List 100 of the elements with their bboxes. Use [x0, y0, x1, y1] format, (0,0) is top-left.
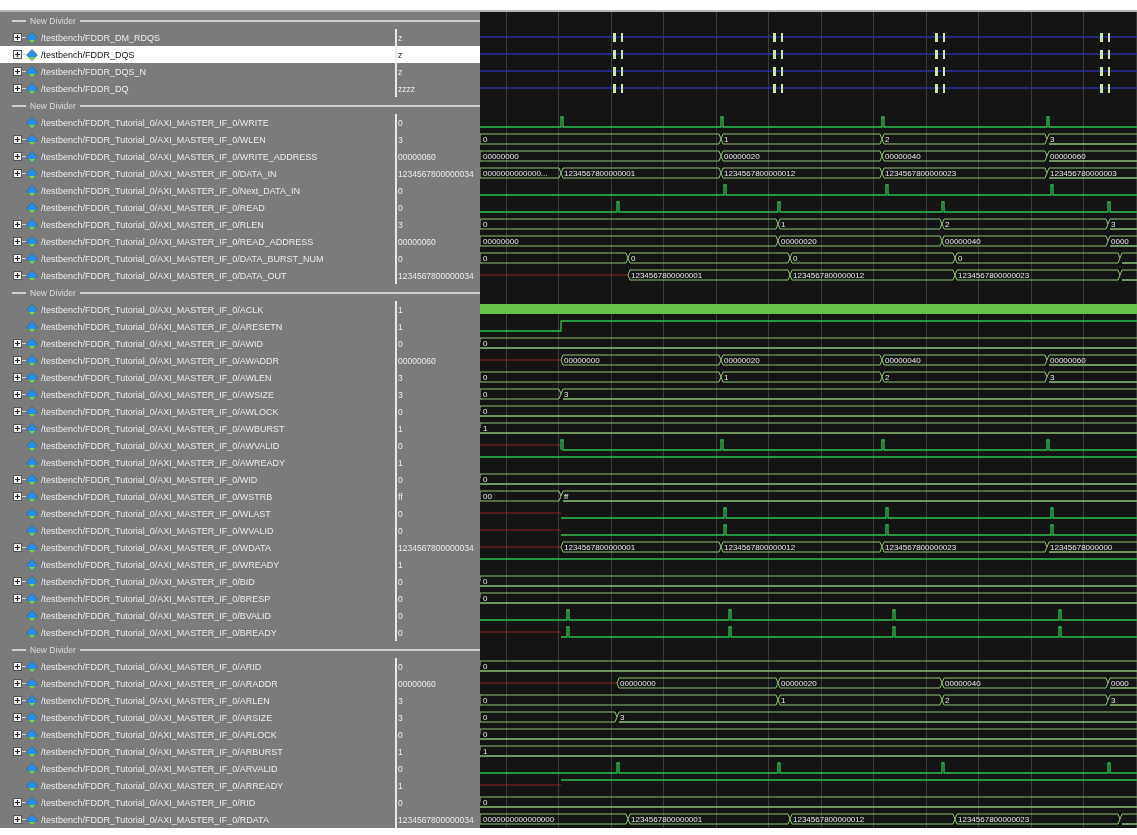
signal-row[interactable]: /testbench/FDDR_Tutorial_0/AXI_MASTER_IF_0/ARBURST	[0, 743, 395, 760]
signal-name: /testbench/FDDR_Tutorial_0/AXI_MASTER_IF_0/ARADDR	[41, 678, 278, 689]
signal-name: /testbench/FDDR_Tutorial_0/AXI_MASTER_IF_0/RDATA	[41, 814, 269, 825]
signal-row[interactable]: /testbench/FDDR_Tutorial_0/AXI_MASTER_IF_0/AWLEN	[0, 369, 395, 386]
signal-row[interactable]: /testbench/FDDR_Tutorial_0/AXI_MASTER_IF_0/ARLOCK	[0, 726, 395, 743]
signal-row[interactable]: /testbench/FDDR_Tutorial_0/AXI_MASTER_IF_0/WRITE	[0, 114, 395, 131]
expand-icon[interactable]	[13, 815, 22, 824]
signal-row[interactable]: /testbench/FDDR_Tutorial_0/AXI_MASTER_IF_0/DATA_BURST_NUM	[0, 250, 395, 267]
signal-row[interactable]: /testbench/FDDR_Tutorial_0/AXI_MASTER_IF_0/WVALID	[0, 522, 395, 539]
signal-row[interactable]: /testbench/FDDR_Tutorial_0/AXI_MASTER_IF_0/DATA_IN	[0, 165, 395, 182]
signal-value: 0	[395, 437, 480, 454]
bus-value: 0	[958, 254, 963, 263]
expand-icon[interactable]	[13, 271, 22, 280]
signal-value: 0	[395, 794, 480, 811]
expand-icon[interactable]	[13, 747, 22, 756]
expand-icon[interactable]	[13, 730, 22, 739]
expand-icon[interactable]	[13, 798, 22, 807]
signal-row[interactable]: /testbench/FDDR_Tutorial_0/AXI_MASTER_IF_0/BID	[0, 573, 395, 590]
bus-value: 1234567800000001	[564, 543, 636, 552]
signal-row[interactable]: /testbench/FDDR_Tutorial_0/AXI_MASTER_IF_0/ARID	[0, 658, 395, 675]
signal-name: /testbench/FDDR_Tutorial_0/AXI_MASTER_IF_0/ARID	[41, 661, 262, 672]
signal-row[interactable]: /testbench/FDDR_Tutorial_0/AXI_MASTER_IF_0/Next_DATA_IN	[0, 182, 395, 199]
signal-row[interactable]: /testbench/FDDR_DM_RDQS	[0, 29, 395, 46]
expand-icon[interactable]	[13, 492, 22, 501]
expand-icon[interactable]	[13, 713, 22, 722]
signal-row[interactable]: /testbench/FDDR_Tutorial_0/AXI_MASTER_IF_0/ARSIZE	[0, 709, 395, 726]
signal-row[interactable]: /testbench/FDDR_Tutorial_0/AXI_MASTER_IF_0/READ_ADDRESS	[0, 233, 395, 250]
signal-row[interactable]: /testbench/FDDR_Tutorial_0/AXI_MASTER_IF_0/WRITE_ADDRESS	[0, 148, 395, 165]
signal-row[interactable]: /testbench/FDDR_Tutorial_0/AXI_MASTER_IF_0/WREADY	[0, 556, 395, 573]
signal-row[interactable]: /testbench/FDDR_DQS_N	[0, 63, 395, 80]
expand-icon[interactable]	[13, 696, 22, 705]
signal-row[interactable]: /testbench/FDDR_Tutorial_0/AXI_MASTER_IF_0/WSTRB	[0, 488, 395, 505]
signal-row[interactable]: /testbench/FDDR_Tutorial_0/AXI_MASTER_IF_0/WLEN	[0, 131, 395, 148]
expand-icon[interactable]	[13, 50, 22, 59]
signal-row[interactable]: /testbench/FDDR_Tutorial_0/AXI_MASTER_IF_0/BREADY	[0, 624, 395, 641]
signal-row[interactable]: /testbench/FDDR_Tutorial_0/AXI_MASTER_IF_0/ARLEN	[0, 692, 395, 709]
bus-value: 0	[793, 254, 798, 263]
signal-name: /testbench/FDDR_Tutorial_0/AXI_MASTER_IF_0/DATA_OUT	[41, 270, 287, 281]
expand-icon[interactable]	[13, 594, 22, 603]
signal-row[interactable]: /testbench/FDDR_Tutorial_0/AXI_MASTER_IF_0/BRESP	[0, 590, 395, 607]
diamond-icon	[26, 65, 38, 78]
signal-row[interactable]: /testbench/FDDR_Tutorial_0/AXI_MASTER_IF_0/RDATA	[0, 811, 395, 828]
expand-icon[interactable]	[13, 543, 22, 552]
expand-icon[interactable]	[13, 475, 22, 484]
expand-icon[interactable]	[13, 254, 22, 263]
signal-row[interactable]: /testbench/FDDR_Tutorial_0/AXI_MASTER_IF_0/RID	[0, 794, 395, 811]
bus-value: 1234567800000001	[564, 169, 636, 178]
expand-icon[interactable]	[13, 33, 22, 42]
expand-icon[interactable]	[13, 662, 22, 671]
expand-icon[interactable]	[13, 356, 22, 365]
signal-row[interactable]: /testbench/FDDR_Tutorial_0/AXI_MASTER_IF_0/BVALID	[0, 607, 395, 624]
signal-row[interactable]: /testbench/FDDR_Tutorial_0/AXI_MASTER_IF_0/ACLK	[0, 301, 395, 318]
signal-row[interactable]: /testbench/FDDR_Tutorial_0/AXI_MASTER_IF_0/AWID	[0, 335, 395, 352]
signal-row[interactable]: /testbench/FDDR_Tutorial_0/AXI_MASTER_IF_0/AWBURST	[0, 420, 395, 437]
signal-row[interactable]: /testbench/FDDR_Tutorial_0/AXI_MASTER_IF_0/ARREADY	[0, 777, 395, 794]
expand-icon[interactable]	[13, 424, 22, 433]
bus-value: 1234567800000023	[885, 543, 957, 552]
signal-value: 0	[395, 114, 480, 131]
bus-value: 1	[724, 135, 729, 144]
expand-icon[interactable]	[13, 339, 22, 348]
expand-icon[interactable]	[13, 135, 22, 144]
signal-row[interactable]: /testbench/FDDR_Tutorial_0/AXI_MASTER_IF_0/AWREADY	[0, 454, 395, 471]
signal-name: /testbench/FDDR_Tutorial_0/AXI_MASTER_IF_0/AWLOCK	[41, 406, 279, 417]
expand-icon[interactable]	[13, 407, 22, 416]
bus-value: 1234567800000012	[724, 543, 796, 552]
signal-row[interactable]: /testbench/FDDR_Tutorial_0/AXI_MASTER_IF_0/AWADDR	[0, 352, 395, 369]
expand-icon[interactable]	[13, 220, 22, 229]
expand-icon[interactable]	[13, 679, 22, 688]
signal-row[interactable]: /testbench/FDDR_Tutorial_0/AXI_MASTER_IF_0/RLEN	[0, 216, 395, 233]
signal-row[interactable]: /testbench/FDDR_Tutorial_0/AXI_MASTER_IF_0/ARADDR	[0, 675, 395, 692]
expand-icon[interactable]	[13, 237, 22, 246]
signal-row[interactable]: /testbench/FDDR_Tutorial_0/AXI_MASTER_IF_0/AWVALID	[0, 437, 395, 454]
expand-icon[interactable]	[13, 67, 22, 76]
signal-row[interactable]: /testbench/FDDR_Tutorial_0/AXI_MASTER_IF_0/DATA_OUT	[0, 267, 395, 284]
diamond-icon	[26, 303, 38, 316]
expand-icon[interactable]	[13, 373, 22, 382]
bus-value: 00000040	[885, 152, 921, 161]
bus-value: 0	[483, 475, 488, 484]
signal-row[interactable]: /testbench/FDDR_Tutorial_0/AXI_MASTER_IF_0/WDATA	[0, 539, 395, 556]
expand-icon[interactable]	[13, 84, 22, 93]
signal-value: 3	[395, 216, 480, 233]
expand-icon[interactable]	[13, 169, 22, 178]
bus-value: 1	[483, 747, 488, 756]
signal-row[interactable]: /testbench/FDDR_Tutorial_0/AXI_MASTER_IF_0/ARVALID	[0, 760, 395, 777]
signal-row[interactable]: /testbench/FDDR_Tutorial_0/AXI_MASTER_IF_0/ARESETN	[0, 318, 395, 335]
expand-icon[interactable]	[13, 152, 22, 161]
bus-value: 0	[483, 220, 488, 229]
signal-row[interactable]: /testbench/FDDR_Tutorial_0/AXI_MASTER_IF_0/READ	[0, 199, 395, 216]
signal-name: /testbench/FDDR_Tutorial_0/AXI_MASTER_IF_0/DATA_IN	[41, 168, 277, 179]
signal-row[interactable]: /testbench/FDDR_Tutorial_0/AXI_MASTER_IF_0/WLAST	[0, 505, 395, 522]
signal-row[interactable]: /testbench/FDDR_DQ	[0, 80, 395, 97]
signal-row[interactable]: /testbench/FDDR_Tutorial_0/AXI_MASTER_IF_0/AWSIZE	[0, 386, 395, 403]
expand-icon[interactable]	[13, 577, 22, 586]
expand-icon[interactable]	[13, 390, 22, 399]
signal-row[interactable]: /testbench/FDDR_Tutorial_0/AXI_MASTER_IF_0/WID	[0, 471, 395, 488]
signal-name: /testbench/FDDR_Tutorial_0/AXI_MASTER_IF_0/WID	[41, 474, 258, 485]
signal-name: /testbench/FDDR_Tutorial_0/AXI_MASTER_IF_0/ARREADY	[41, 780, 284, 791]
signal-row[interactable]: /testbench/FDDR_Tutorial_0/AXI_MASTER_IF_0/AWLOCK	[0, 403, 395, 420]
diamond-icon	[26, 150, 38, 163]
signal-value: 1	[395, 420, 480, 437]
